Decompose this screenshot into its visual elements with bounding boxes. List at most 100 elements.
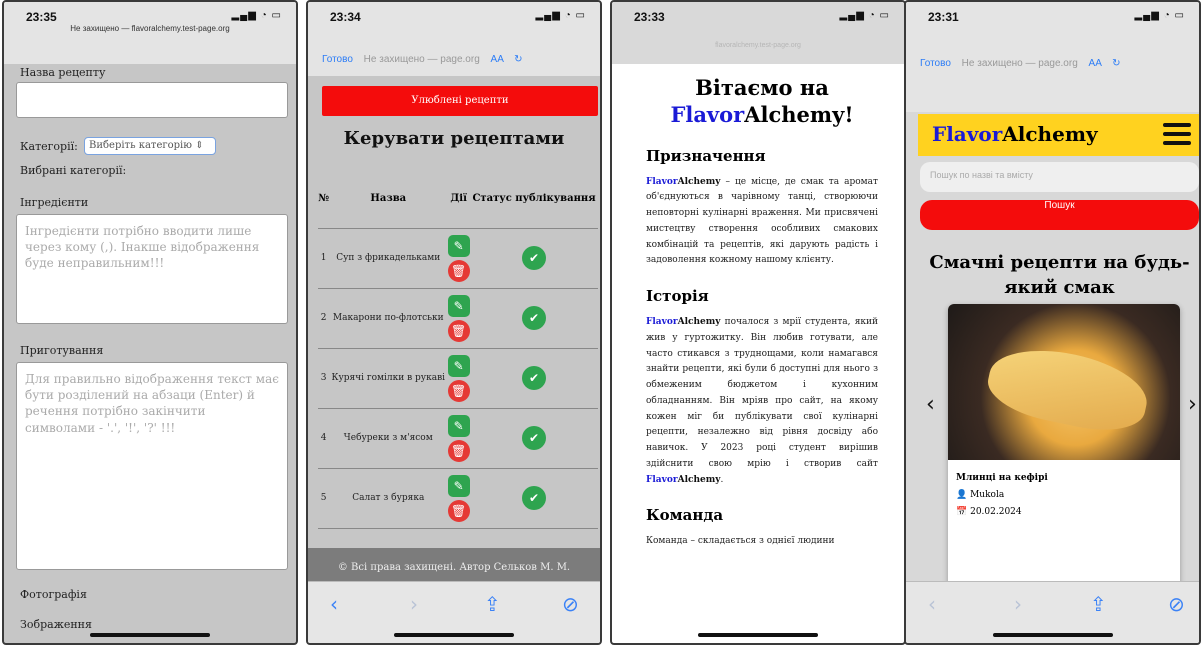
phone-home: 23:31 ▂▄▆ ◔ ▭ Готово Не захищено — page.… xyxy=(904,0,1201,645)
status-bar: 23:31 ▂▄▆ ◔ ▭ Готово Не захищено — page.… xyxy=(906,2,1199,112)
table-row: 5 Салат з буряка ✎ 🗑 ✔ xyxy=(318,468,598,529)
card-title: Млинці на кефірі xyxy=(956,473,1048,483)
compass-icon[interactable]: ⊘ xyxy=(1168,592,1185,616)
image-label: Зображення xyxy=(20,618,92,631)
table-row: 1 Суп з фрикадельками ✎ 🗑 ✔ xyxy=(318,228,598,289)
row-name: Чебуреки з м'ясом xyxy=(329,408,448,469)
check-circle-icon: ✔ xyxy=(522,306,547,330)
done-button[interactable]: Готово xyxy=(322,54,353,65)
url-bar[interactable]: Не захищено — flavoralchemy.test-page.or… xyxy=(4,24,296,33)
recipe-name-input[interactable] xyxy=(16,82,288,118)
favorites-button[interactable]: Улюблені рецепти xyxy=(322,86,598,116)
status-bar: 23:33 ▂▄▆ ◔ ▭ flavoralchemy.test-page.or… xyxy=(612,2,904,64)
url-bar[interactable]: Готово Не захищено — page.org AA ↻ xyxy=(322,54,600,65)
team-text: Команда – складається з однієї людини xyxy=(646,536,835,547)
category-select-value: Виберіть категорію xyxy=(89,140,192,151)
row-number: 5 xyxy=(318,468,330,529)
compass-icon[interactable]: ⊘ xyxy=(562,592,579,616)
ingredients-textarea[interactable]: Інгредієнти потрібно вводити лише через … xyxy=(16,214,288,324)
trash-icon[interactable]: 🗑 xyxy=(447,379,470,402)
phone-recipe-form: 23:35 ▂▄▆ ◔ ▭ Не захищено — flavoralchem… xyxy=(2,0,298,645)
table-row: 4 Чебуреки з м'ясом ✎ 🗑 ✔ xyxy=(318,408,598,469)
table-row: 2 Макарони по-флотськи ✎ 🗑 ✔ xyxy=(318,288,598,349)
carousel-next-icon[interactable]: › xyxy=(1188,392,1197,417)
text-size-button[interactable]: AA xyxy=(1089,58,1102,69)
home-indicator xyxy=(90,633,210,637)
row-number: 1 xyxy=(318,228,330,289)
row-name: Суп з фрикадельками xyxy=(329,228,448,289)
clock: 23:33 xyxy=(634,10,665,24)
trash-icon[interactable]: 🗑 xyxy=(447,499,470,522)
category-label: Категорії: xyxy=(20,140,78,153)
search-button[interactable]: Пошук xyxy=(920,200,1199,230)
brand-alchemy: Alchemy xyxy=(677,474,721,485)
forward-icon[interactable]: › xyxy=(1014,592,1022,616)
header-name: Назва xyxy=(329,170,448,229)
history-heading: Історія xyxy=(646,287,709,306)
history-text: FlavorAlchemy почалося з мрії студента, … xyxy=(646,315,878,488)
pencil-square-icon[interactable]: ✎ xyxy=(447,354,470,377)
pencil-square-icon[interactable]: ✎ xyxy=(447,474,470,497)
share-icon[interactable]: ⇪ xyxy=(484,592,501,616)
selected-categories-label: Вибрані категорії: xyxy=(20,164,127,177)
forward-icon[interactable]: › xyxy=(410,592,418,616)
url-text: Не захищено — page.org xyxy=(961,58,1078,69)
brand-flavor: Flavor xyxy=(646,176,678,187)
burger-menu-icon[interactable] xyxy=(1163,123,1191,150)
welcome-text: Вітаємо на xyxy=(695,75,829,100)
photo-label: Фотографія xyxy=(20,588,87,601)
check-circle-icon: ✔ xyxy=(522,246,547,270)
home-indicator xyxy=(394,633,514,637)
user-icon: 👤 xyxy=(956,490,968,501)
row-name: Макарони по-флотськи xyxy=(329,288,448,349)
signal-wifi-battery-icon: ▂▄▆ ◔ ▭ xyxy=(231,10,282,21)
brand-alchemy: Alchemy xyxy=(677,317,721,328)
history-end: . xyxy=(720,474,724,485)
author-name: Mukola xyxy=(970,490,1005,501)
done-button[interactable]: Готово xyxy=(920,58,951,69)
trash-icon[interactable]: 🗑 xyxy=(447,319,470,342)
pencil-square-icon[interactable]: ✎ xyxy=(447,414,470,437)
brand-alchemy: Alchemy! xyxy=(744,102,854,128)
text-size-button[interactable]: AA xyxy=(491,54,504,65)
header-number: № xyxy=(318,170,330,229)
back-icon[interactable]: ‹ xyxy=(330,592,338,616)
category-select[interactable]: Виберіть категорію ⇕ xyxy=(84,137,216,155)
card-date: 📅 20.02.2024 xyxy=(956,504,1172,521)
phone-about: 23:33 ▂▄▆ ◔ ▭ flavoralchemy.test-page.or… xyxy=(610,0,906,645)
purpose-heading: Призначення xyxy=(646,146,766,165)
reload-icon[interactable]: ↻ xyxy=(1112,58,1120,69)
recipe-photo xyxy=(948,304,1180,460)
row-number: 2 xyxy=(318,288,330,349)
url-bar[interactable]: flavoralchemy.test-page.org xyxy=(612,42,904,49)
share-icon[interactable]: ⇪ xyxy=(1090,592,1107,616)
check-circle-icon: ✔ xyxy=(522,426,547,450)
welcome-heading: Вітаємо на FlavorAlchemy! xyxy=(646,74,878,129)
pencil-square-icon[interactable]: ✎ xyxy=(447,294,470,317)
row-name: Салат з буряка xyxy=(329,468,448,529)
check-circle-icon: ✔ xyxy=(522,366,547,390)
pencil-square-icon[interactable]: ✎ xyxy=(447,234,470,257)
date-text: 20.02.2024 xyxy=(970,507,1022,518)
preparation-textarea[interactable]: Для правильно відображення текст має бут… xyxy=(16,362,288,570)
url-bar[interactable]: Готово Не захищено — page.org AA ↻ xyxy=(920,58,1199,69)
history-body: почалося з мрії студента, який жив у гур… xyxy=(646,317,878,469)
brand-flavor: Flavor xyxy=(670,102,745,128)
clock: 23:35 xyxy=(26,10,57,24)
carousel-prev-icon[interactable]: ‹ xyxy=(926,392,935,417)
brand-flavor: Flavor xyxy=(646,317,678,328)
reload-icon[interactable]: ↻ xyxy=(514,54,522,65)
site-header: FlavorAlchemy xyxy=(918,114,1199,156)
status-inner: 23:33 ▂▄▆ ◔ ▭ xyxy=(612,2,904,28)
brand-flavor: Flavor xyxy=(646,474,678,485)
status-bar: 23:34 ▂▄▆ ◔ ▭ Готово Не захищено — page.… xyxy=(308,2,600,76)
recipe-card[interactable]: Млинці на кефірі 👤 Mukola 📅 20.02.2024 xyxy=(948,304,1180,590)
search-input[interactable]: Пошук по назві та вмісту xyxy=(920,162,1199,192)
site-logo[interactable]: FlavorAlchemy xyxy=(932,122,1098,146)
trash-icon[interactable]: 🗑 xyxy=(447,439,470,462)
preparation-label: Приготування xyxy=(20,344,104,357)
back-icon[interactable]: ‹ xyxy=(928,592,936,616)
page-title: Керувати рецептами xyxy=(343,128,565,149)
brand-alchemy: Alchemy xyxy=(677,176,721,187)
trash-icon[interactable]: 🗑 xyxy=(447,259,470,282)
